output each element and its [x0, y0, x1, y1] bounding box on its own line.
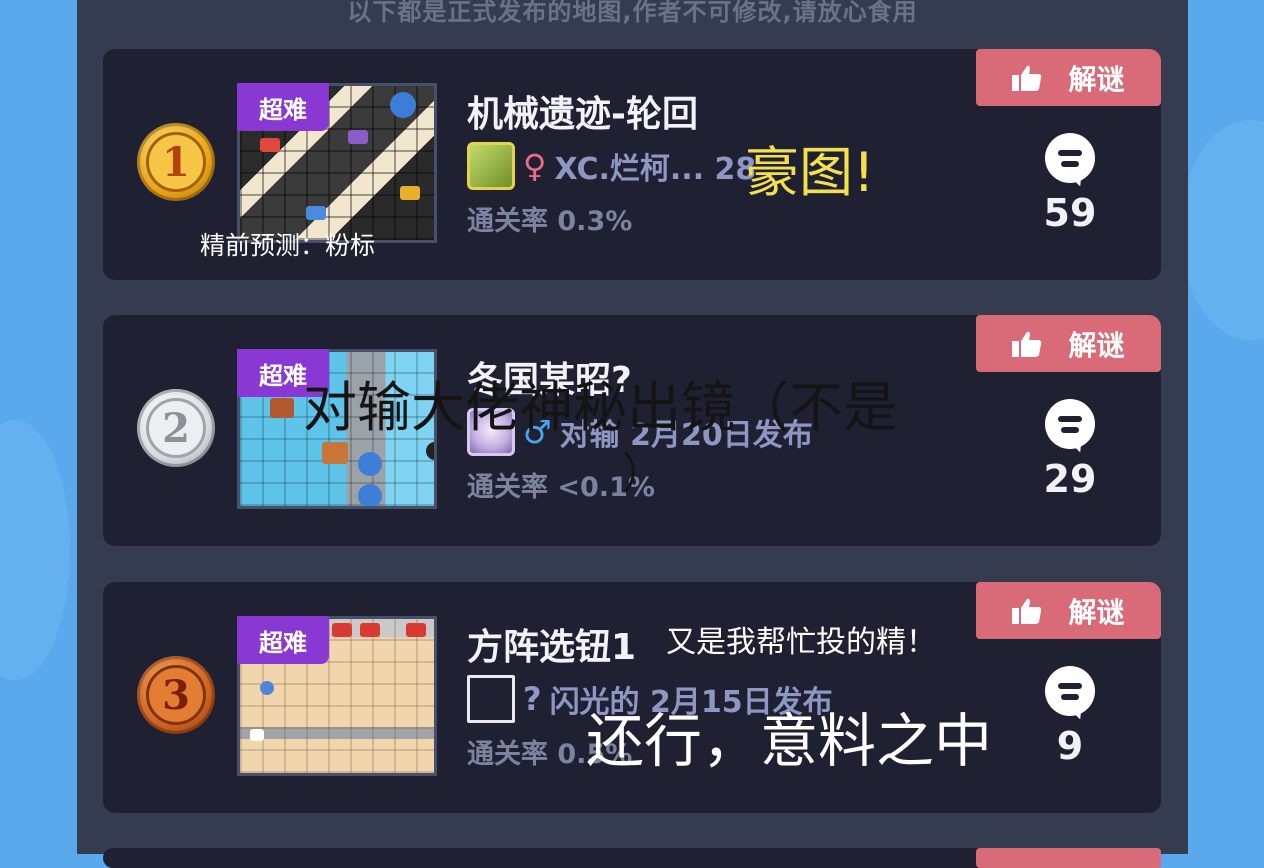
background-decoration — [1180, 120, 1264, 340]
tile-decoration — [406, 623, 426, 637]
tile-decoration — [348, 130, 368, 144]
female-icon: ♀ — [523, 147, 547, 185]
author-avatar[interactable] — [467, 142, 515, 190]
author-avatar[interactable] — [467, 675, 515, 723]
tile-decoration — [250, 729, 264, 741]
rank-number: 2 — [146, 398, 206, 458]
solve-button[interactable]: 解谜 — [976, 315, 1161, 372]
comment-count: 29 — [1043, 457, 1097, 501]
tile-decoration — [306, 206, 326, 220]
tile-decoration — [426, 442, 434, 460]
comment-bubble-icon[interactable] — [1045, 133, 1095, 183]
comment-line — [1061, 694, 1079, 700]
comment-line — [1058, 150, 1082, 156]
author-info: XC.烂柯... 28 — [554, 152, 757, 187]
map-title[interactable]: 机械遗迹-轮回 — [467, 85, 698, 137]
tile-decoration — [260, 681, 274, 695]
solve-label: 解谜 — [1068, 328, 1125, 362]
unknown-gender-icon: ? — [523, 680, 542, 718]
tile-decoration — [332, 623, 352, 637]
tile-decoration — [390, 92, 416, 118]
tile-decoration — [358, 484, 382, 506]
annotation-prediction: 精前预测：粉标 — [200, 231, 376, 260]
rank-medal-icon: 2 — [137, 389, 215, 467]
background-decoration — [0, 420, 70, 680]
rank-number: 1 — [146, 132, 206, 192]
tile-decoration — [260, 138, 280, 152]
solve-button[interactable]: 解谜 — [976, 582, 1161, 639]
rank-medal-icon: 1 — [137, 123, 215, 201]
difficulty-badge: 超难 — [237, 83, 329, 131]
comment-bubble-icon[interactable] — [1045, 399, 1095, 449]
map-title[interactable]: 方阵选钮1 — [467, 618, 636, 670]
tile-decoration — [360, 623, 380, 637]
author-row[interactable]: ♀ XC.烂柯... 28 — [467, 141, 756, 191]
annotation-comment: 还行，意料之中 — [586, 707, 993, 775]
solve-button[interactable]: 解谜 — [976, 49, 1161, 106]
solve-button-partial[interactable] — [976, 848, 1161, 868]
tile-decoration — [322, 442, 348, 464]
thumb-up-icon — [1012, 598, 1042, 624]
thumb-up-icon — [1012, 331, 1042, 357]
rank-medal-icon: 3 — [137, 656, 215, 734]
tile-decoration — [270, 398, 294, 418]
annotation-comment: 豪图! — [745, 141, 875, 204]
annotation-comment: 对输大佬神秘出镜（不是 — [303, 376, 897, 439]
tile-decoration — [358, 452, 382, 476]
comment-line — [1061, 161, 1079, 167]
thumb-up-icon — [1012, 65, 1042, 91]
annotation-comment: 又是我帮忙投的精！ — [666, 625, 936, 660]
solve-label: 解谜 — [1068, 62, 1125, 96]
annotation-comment: ） — [622, 449, 665, 498]
difficulty-badge: 超难 — [237, 616, 329, 664]
comment-bubble-icon[interactable] — [1045, 666, 1095, 716]
pass-rate: 通关率 0.3% — [467, 206, 633, 237]
comment-count: 59 — [1043, 191, 1097, 235]
comment-count: 9 — [1056, 724, 1084, 768]
rank-number: 3 — [146, 665, 206, 725]
solve-label: 解谜 — [1068, 595, 1125, 629]
comment-line — [1058, 683, 1082, 689]
notice-text: 以下都是正式发布的地图,作者不可修改,请放心食用 — [347, 0, 918, 26]
tile-decoration — [400, 186, 420, 200]
comment-line — [1061, 427, 1079, 433]
comment-line — [1058, 416, 1082, 422]
